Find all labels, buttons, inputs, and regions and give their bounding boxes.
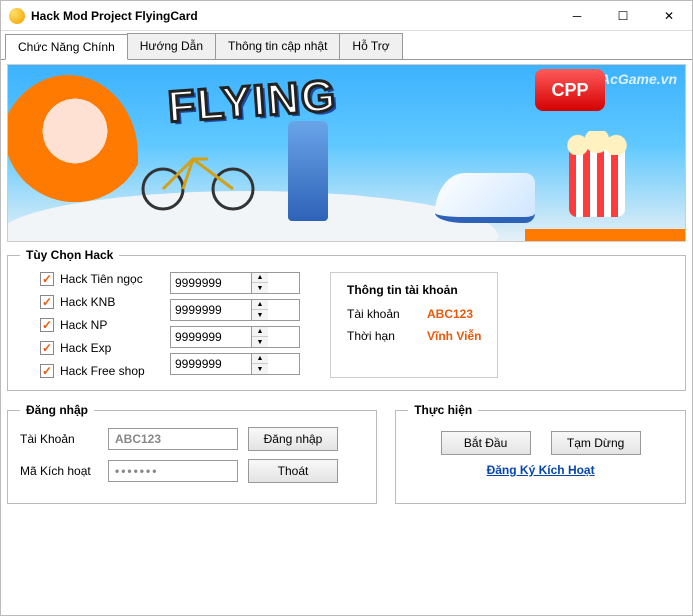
execute-legend: Thực hiện <box>408 403 478 417</box>
shoe-icon <box>435 173 535 223</box>
login-legend: Đăng nhập <box>20 403 94 417</box>
checkbox-label: Hack Exp <box>60 341 111 355</box>
account-value: ABC123 <box>427 307 473 321</box>
register-activation-link[interactable]: Đăng Ký Kích Hoạt <box>408 463 673 477</box>
spinner-tien-ngoc[interactable]: ▲▼ <box>170 272 300 294</box>
spinner-exp[interactable]: ▲▼ <box>170 353 300 375</box>
activation-key-label: Mã Kích hoạt <box>20 464 98 478</box>
login-group: Đăng nhập Tài Khoản Đăng nhập Mã Kích ho… <box>7 403 377 504</box>
checkbox-label: Hack KNB <box>60 295 115 309</box>
maximize-button[interactable]: ☐ <box>600 1 646 31</box>
expiry-label: Thời hạn <box>347 329 417 343</box>
tabbar: Chức Năng Chính Hướng Dẫn Thông tin cập … <box>1 33 692 60</box>
spin-up-icon[interactable]: ▲ <box>252 354 268 364</box>
spin-down-icon[interactable]: ▼ <box>252 337 268 347</box>
checkbox-label: Hack Free shop <box>60 364 145 378</box>
bottle-icon <box>288 121 328 221</box>
spinner-input[interactable] <box>171 354 251 374</box>
checkbox-np[interactable] <box>40 318 54 332</box>
spinner-np[interactable]: ▲▼ <box>170 326 300 348</box>
close-button[interactable]: ✕ <box>646 1 692 31</box>
activation-key-input[interactable] <box>108 460 238 482</box>
titlebar: Hack Mod Project FlyingCard ─ ☐ ✕ <box>1 1 692 31</box>
checkbox-knb[interactable] <box>40 295 54 309</box>
account-info-box: Thông tin tài khoản Tài khoản ABC123 Thời… <box>330 272 498 378</box>
login-button[interactable]: Đăng nhập <box>248 427 338 451</box>
banner-image: ShopAcGame.vn CPP FLYING <box>7 64 686 242</box>
spin-up-icon[interactable]: ▲ <box>252 300 268 310</box>
tab-main[interactable]: Chức Năng Chính <box>5 34 128 60</box>
spin-up-icon[interactable]: ▲ <box>252 273 268 283</box>
tab-content: ShopAcGame.vn CPP FLYING Tùy Chọn Hack H… <box>1 64 692 510</box>
expiry-value: Vĩnh Viễn <box>427 329 481 343</box>
spin-down-icon[interactable]: ▼ <box>252 364 268 374</box>
spinner-input[interactable] <box>171 327 251 347</box>
checkbox-free-shop[interactable] <box>40 364 54 378</box>
bicycle-icon <box>138 141 258 211</box>
checkbox-label: Hack Tiên ngọc <box>60 272 143 286</box>
tab-update[interactable]: Thông tin cập nhật <box>215 33 340 59</box>
pause-button[interactable]: Tạm Dừng <box>551 431 641 455</box>
banner-badge: CPP <box>535 69 605 111</box>
account-info-title: Thông tin tài khoản <box>347 283 481 297</box>
hack-options-group: Tùy Chọn Hack Hack Tiên ngọc Hack KNB Ha… <box>7 248 686 391</box>
checkbox-label: Hack NP <box>60 318 107 332</box>
spinner-input[interactable] <box>171 273 251 293</box>
checkbox-tien-ngoc[interactable] <box>40 272 54 286</box>
app-icon <box>9 8 25 24</box>
window-controls: ─ ☐ ✕ <box>554 1 692 31</box>
execute-group: Thực hiện Bắt Đầu Tạm Dừng Đăng Ký Kích … <box>395 403 686 504</box>
tab-support[interactable]: Hỗ Trợ <box>339 33 402 59</box>
checkbox-exp[interactable] <box>40 341 54 355</box>
minimize-button[interactable]: ─ <box>554 1 600 31</box>
username-label: Tài Khoản <box>20 432 98 446</box>
exit-button[interactable]: Thoát <box>248 459 338 483</box>
hack-legend: Tùy Chọn Hack <box>20 248 119 262</box>
spin-down-icon[interactable]: ▼ <box>252 310 268 320</box>
spinner-knb[interactable]: ▲▼ <box>170 299 300 321</box>
popcorn-icon <box>569 147 625 217</box>
tab-guide[interactable]: Hướng Dẫn <box>127 33 216 59</box>
start-button[interactable]: Bắt Đầu <box>441 431 531 455</box>
username-input[interactable] <box>108 428 238 450</box>
spin-up-icon[interactable]: ▲ <box>252 327 268 337</box>
window-title: Hack Mod Project FlyingCard <box>31 9 554 23</box>
spinner-input[interactable] <box>171 300 251 320</box>
spin-down-icon[interactable]: ▼ <box>252 283 268 293</box>
account-label: Tài khoản <box>347 307 417 321</box>
app-window: Hack Mod Project FlyingCard ─ ☐ ✕ Chức N… <box>0 0 693 616</box>
